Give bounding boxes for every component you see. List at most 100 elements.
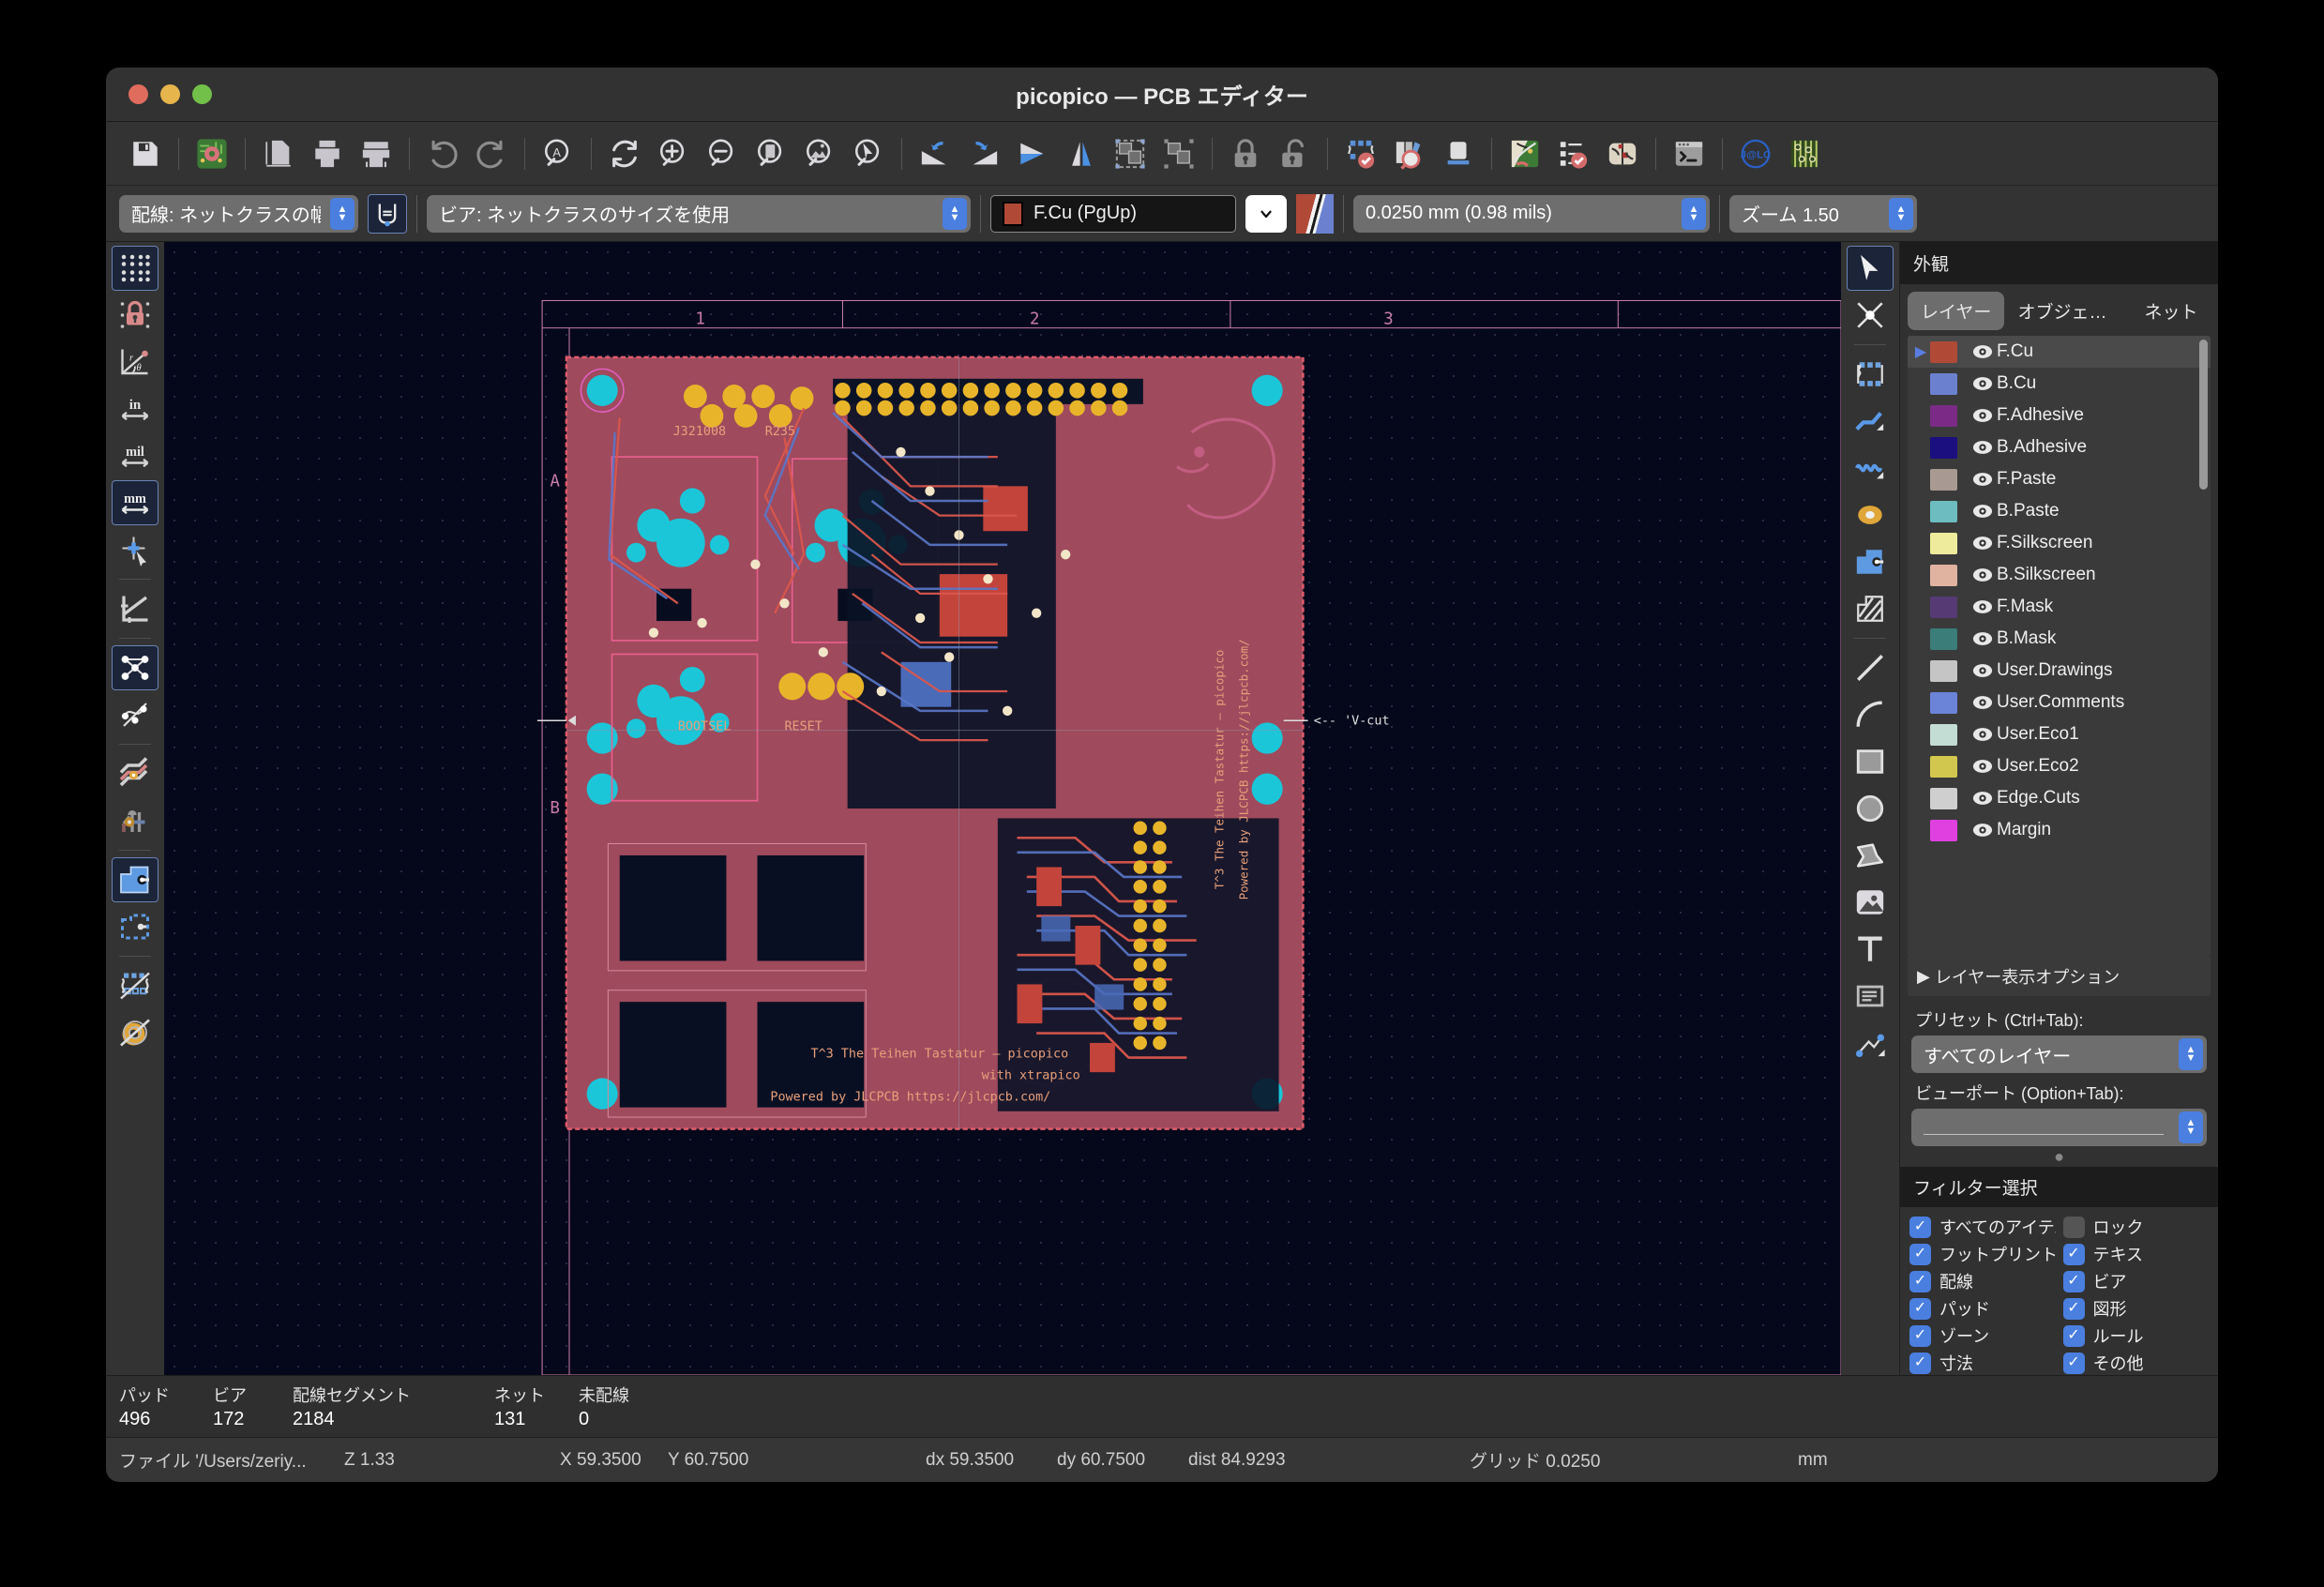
layer-color-swatch[interactable]	[1930, 787, 1957, 809]
show-ratsnest-button[interactable]	[112, 645, 158, 690]
unit-mm-button[interactable]: mm	[112, 480, 158, 525]
via-size-stepper[interactable]: ▲ ▼	[943, 197, 967, 230]
layer-color-swatch[interactable]	[1930, 500, 1957, 522]
layer-row-b-silkscreen[interactable]: B.Silkscreen	[1908, 559, 2211, 591]
route-track-button[interactable]	[1847, 399, 1894, 444]
layer-visibility-eye-icon[interactable]	[1969, 759, 1997, 774]
board-setup-button[interactable]	[188, 129, 236, 178]
layer-row-user-eco1[interactable]: User.Eco1	[1908, 718, 2211, 750]
checkbox[interactable]	[2062, 1216, 2085, 1238]
layer-dropdown-button[interactable]	[1245, 194, 1287, 233]
checkbox[interactable]: ✓	[2062, 1324, 2085, 1347]
checkbox[interactable]: ✓	[2062, 1243, 2085, 1265]
draw-polygon-button[interactable]	[1847, 833, 1894, 878]
jlc-logo-button[interactable]: J@LC	[1731, 129, 1780, 178]
panel-resize-grip[interactable]: ●	[1911, 1146, 2207, 1165]
draw-arc-button[interactable]	[1847, 692, 1894, 737]
layer-list[interactable]: ▶ F.Cu B.Cu F.Adhesive B.Adhesive F.Paste B.Pa…	[1908, 336, 2211, 957]
layer-row-f-adhesive[interactable]: F.Adhesive	[1908, 400, 2211, 431]
flip-horizontal-button[interactable]	[1008, 129, 1057, 178]
layer-color-swatch[interactable]	[1930, 532, 1957, 554]
layer-row-f-paste[interactable]: F.Paste	[1908, 463, 2211, 495]
layer-row-f-mask[interactable]: F.Mask	[1908, 591, 2211, 623]
checkbox[interactable]: ✓	[1909, 1352, 1931, 1374]
checkbox[interactable]: ✓	[1909, 1297, 1931, 1320]
layer-visibility-eye-icon[interactable]	[1969, 791, 1997, 806]
add-text-button[interactable]	[1847, 927, 1894, 972]
layer-visibility-eye-icon[interactable]	[1969, 631, 1997, 646]
layer-color-swatch[interactable]	[1930, 340, 1957, 363]
layer-visibility-eye-icon[interactable]	[1969, 695, 1997, 710]
unlock-button[interactable]	[1270, 129, 1319, 178]
viewport-stepper[interactable]: ▲ ▼	[2179, 1111, 2203, 1143]
net-inspector-button[interactable]	[1598, 129, 1647, 178]
filter-pads[interactable]: ✓ パッド	[1909, 1296, 2056, 1321]
layer-row-user-drawings[interactable]: User.Drawings	[1908, 655, 2211, 687]
close-button[interactable]	[128, 84, 148, 104]
layer-color-swatch[interactable]	[1930, 372, 1957, 395]
checkbox[interactable]: ✓	[1909, 1270, 1931, 1292]
layer-color-swatch[interactable]	[1930, 819, 1957, 841]
filter-zones[interactable]: ✓ ゾーン	[1909, 1323, 2056, 1348]
mirror-button[interactable]	[1057, 129, 1106, 178]
preset-select[interactable]: すべてのレイヤー ▲ ▼	[1911, 1035, 2207, 1073]
layer-visibility-eye-icon[interactable]	[1969, 663, 1997, 678]
layer-color-swatch[interactable]	[1930, 691, 1957, 714]
layer-visibility-eye-icon[interactable]	[1969, 408, 1997, 423]
filter-other-items[interactable]: ✓ その他	[2062, 1351, 2210, 1375]
viewport-select[interactable]: ▲ ▼	[1911, 1109, 2207, 1146]
layer-color-swatch[interactable]	[1930, 564, 1957, 586]
layer-color-swatch[interactable]	[1930, 659, 1957, 682]
lock-button[interactable]	[1221, 129, 1270, 178]
group-button[interactable]	[1106, 129, 1154, 178]
design-rules-check-button[interactable]	[1549, 129, 1598, 178]
track-width-select[interactable]: 配線: ネットクラスの幅を使用 ▲▼	[119, 194, 358, 233]
zoom-in-button[interactable]	[649, 129, 698, 178]
zoom-button[interactable]	[192, 84, 212, 104]
footprint-sketch-button[interactable]	[112, 963, 158, 1008]
zoom-selection-button[interactable]	[844, 129, 893, 178]
auto-track-width-toggle[interactable]	[368, 193, 407, 234]
layer-visibility-eye-icon[interactable]	[1969, 376, 1997, 391]
highlight-net-button[interactable]	[1847, 293, 1894, 338]
zone-outline-button[interactable]	[112, 904, 158, 949]
polar-coordinates-button[interactable]: rθ	[112, 340, 158, 385]
place-footprint-button[interactable]	[1847, 352, 1894, 397]
undo-button[interactable]	[418, 129, 467, 178]
layer-visibility-eye-icon[interactable]	[1969, 344, 1997, 359]
checkbox[interactable]: ✓	[2062, 1352, 2085, 1374]
select-tool-button[interactable]	[1847, 246, 1894, 291]
layer-visibility-eye-icon[interactable]	[1969, 440, 1997, 455]
layer-row-f-silkscreen[interactable]: F.Silkscreen	[1908, 527, 2211, 559]
angle-measure-button[interactable]	[112, 586, 158, 631]
footprint-editor-button[interactable]	[1336, 129, 1385, 178]
filter-vias[interactable]: ✓ ビア	[2062, 1269, 2210, 1293]
add-textbox-button[interactable]	[1847, 974, 1894, 1019]
ungroup-button[interactable]	[1154, 129, 1203, 178]
layer-visibility-eye-icon[interactable]	[1969, 536, 1997, 551]
via-filled-button[interactable]	[112, 798, 158, 843]
filter-dimensions[interactable]: ✓ 寸法	[1909, 1351, 2056, 1375]
draw-circle-button[interactable]	[1847, 786, 1894, 831]
checkbox[interactable]: ✓	[2062, 1270, 2085, 1292]
preset-stepper[interactable]: ▲ ▼	[2179, 1038, 2203, 1070]
layer-color-swatch[interactable]	[1930, 755, 1957, 778]
track-width-stepper[interactable]: ▲ ▼	[330, 197, 355, 230]
layer-color-swatch[interactable]	[1930, 723, 1957, 746]
layer-visibility-eye-icon[interactable]	[1969, 472, 1997, 487]
python-console-button[interactable]	[1665, 129, 1713, 178]
zoom-level-select[interactable]: ズーム 1.50 ▲ ▼	[1729, 194, 1917, 233]
layer-color-swatch[interactable]	[1930, 596, 1957, 618]
rotate-ccw-button[interactable]	[911, 129, 959, 178]
draw-line-button[interactable]	[1847, 645, 1894, 690]
place-image-button[interactable]	[1847, 880, 1894, 925]
save-button[interactable]	[121, 129, 170, 178]
tab-objects[interactable]: オブジェ…	[2004, 292, 2120, 330]
track-filled-button[interactable]	[112, 751, 158, 796]
checkbox[interactable]: ✓	[1909, 1243, 1931, 1265]
layer-color-swatch[interactable]	[1930, 436, 1957, 459]
layer-row-user-comments[interactable]: User.Comments	[1908, 687, 2211, 718]
filter-text[interactable]: ✓ テキス	[2062, 1242, 2210, 1266]
layer-list-scrollbar[interactable]	[2199, 340, 2208, 490]
zoom-fit-objects-button[interactable]	[795, 129, 844, 178]
